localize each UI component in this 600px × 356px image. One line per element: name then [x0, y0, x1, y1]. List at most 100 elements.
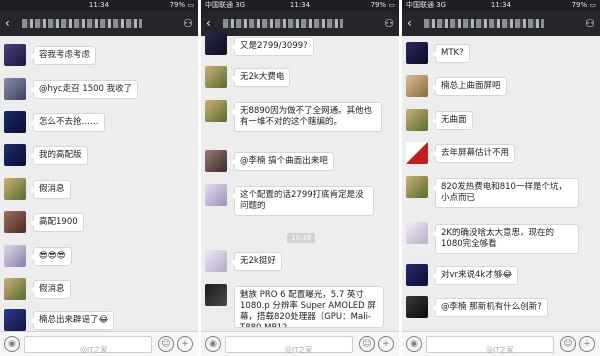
- message-bubble: 😎😎😎: [30, 247, 72, 266]
- avatar[interactable]: [4, 144, 26, 166]
- chevron-left-icon[interactable]: ‹: [5, 16, 10, 30]
- chat-message: 无8890因为做不了全网通。其他也有一堆不对的这个瞎编的。: [201, 100, 399, 132]
- chat-message: 楠总上曲面屏吧: [402, 75, 600, 101]
- avatar[interactable]: [406, 75, 428, 97]
- battery-indicator: 79% ▭: [370, 1, 395, 9]
- chat-message: 怎么不去抢……: [0, 111, 198, 137]
- message-bubble: 无8890因为做不了全网通。其他也有一堆不对的这个瞎编的。: [231, 102, 382, 132]
- chat-message: @李楠 搞个曲面出来吧: [201, 150, 399, 176]
- avatar[interactable]: [406, 264, 428, 286]
- avatar[interactable]: [4, 309, 26, 331]
- group-icon[interactable]: ⚇: [384, 17, 394, 30]
- avatar[interactable]: [4, 78, 26, 100]
- message-bubble: 我的高配版: [30, 146, 88, 165]
- battery-indicator: 79% ▭: [169, 1, 194, 9]
- plus-icon[interactable]: +: [177, 336, 193, 352]
- avatar[interactable]: [205, 66, 227, 88]
- message-bubble: 无曲面: [432, 111, 473, 130]
- message-bubble: MTK?: [432, 44, 470, 63]
- chat-message: 去年屏幕估计不用: [402, 142, 600, 168]
- avatar[interactable]: [4, 111, 26, 133]
- voice-icon[interactable]: ◉: [4, 336, 20, 352]
- plus-icon[interactable]: +: [579, 336, 595, 352]
- message-bubble: 高配1900: [30, 213, 84, 232]
- avatar[interactable]: [406, 109, 428, 131]
- screenshot-collage: 11:34 79% ▭ ‹ ⚇ 容我考虑考虑 @hyc走召 1500 我收了 怎…: [0, 0, 600, 356]
- message-bubble: @李楠 那新机有什么创新?: [432, 298, 548, 317]
- avatar[interactable]: [205, 100, 227, 122]
- chat-message: MTK?: [402, 42, 600, 68]
- chat-panel-2: 中国联通 3G 11:34 79% ▭ ‹ ⚇ 又是2799/3099? 无2k…: [201, 0, 399, 356]
- message-bubble: 假消息: [30, 180, 71, 199]
- emoji-icon[interactable]: ☺: [158, 336, 174, 352]
- message-bubble: 去年屏幕估计不用: [431, 144, 516, 163]
- chat-message: 2K的确没啥太大意思，现在的1080完全够看: [402, 222, 600, 254]
- avatar[interactable]: [205, 250, 227, 272]
- chat-title-pixelated: [223, 19, 343, 28]
- avatar[interactable]: [205, 33, 227, 55]
- message-bubble: 对vr来说4k才够😂: [431, 266, 519, 285]
- battery-indicator: 79% ▭: [571, 1, 596, 9]
- chat-message: 高配1900: [0, 211, 198, 237]
- plus-icon[interactable]: +: [378, 336, 394, 352]
- chat-message: 对vr来说4k才够😂: [402, 264, 600, 290]
- chat-nav-bar: ‹ ⚇: [0, 11, 198, 36]
- chat-message: 又是2799/3099?: [201, 33, 399, 61]
- avatar[interactable]: [406, 222, 428, 244]
- avatar[interactable]: [205, 184, 227, 206]
- avatar[interactable]: [205, 150, 227, 172]
- chat-title-pixelated: [22, 19, 142, 28]
- avatar[interactable]: [4, 178, 26, 200]
- chevron-left-icon[interactable]: ‹: [206, 16, 211, 30]
- chat-message: 无2k大费电: [201, 66, 399, 92]
- voice-icon[interactable]: ◉: [205, 336, 221, 352]
- avatar[interactable]: [4, 278, 26, 300]
- watermark: @IT之家: [486, 346, 514, 354]
- message-bubble: 楠总出来辟谣了😂: [29, 311, 115, 330]
- avatar[interactable]: [406, 42, 428, 64]
- chat-title-pixelated: [424, 19, 544, 28]
- message-bubble: 楠总上曲面屏吧: [432, 77, 507, 96]
- watermark: @IT之家: [80, 346, 108, 354]
- battery-percent: 79%: [571, 1, 588, 9]
- timestamp: 10:38: [287, 233, 316, 243]
- avatar[interactable]: [406, 176, 428, 198]
- chat-message: 无2k挺好: [201, 250, 399, 276]
- chat-message: 我的高配版: [0, 144, 198, 170]
- clock: 11:34: [88, 1, 110, 9]
- chat-message: 😎😎😎: [0, 245, 198, 271]
- chevron-left-icon[interactable]: ‹: [407, 16, 412, 30]
- avatar[interactable]: [4, 211, 26, 233]
- watermark: @IT之家: [285, 346, 313, 354]
- chat-nav-bar: ‹ ⚇: [402, 11, 600, 36]
- voice-icon[interactable]: ◉: [406, 336, 422, 352]
- avatar[interactable]: [4, 44, 26, 66]
- status-bar: 中国联通 3G 11:34 79% ▭: [201, 0, 399, 11]
- clock: 11:34: [289, 1, 311, 9]
- message-bubble: 无2k挺好: [231, 252, 282, 271]
- emoji-icon[interactable]: ☺: [560, 336, 576, 352]
- chat-message: 820发热费电和810一样是个坑，小点而已: [402, 176, 600, 208]
- emoji-icon[interactable]: ☺: [359, 336, 375, 352]
- battery-percent: 79%: [169, 1, 186, 9]
- chat-message: 魅族 PRO 6 配置曝光，5.7 英寸 1080.p 分辨率 Super AM…: [201, 284, 399, 328]
- status-bar: 中国联通 3G 11:34 79% ▭: [402, 0, 600, 11]
- avatar[interactable]: [406, 296, 428, 318]
- message-bubble: 又是2799/3099?: [231, 37, 314, 56]
- group-icon[interactable]: ⚇: [585, 17, 595, 30]
- status-bar: 11:34 79% ▭: [0, 0, 198, 11]
- chat-message: @李楠 那新机有什么创新?: [402, 296, 600, 322]
- chat-message: 这个配置的话2799打底肯定是没问题的: [201, 184, 399, 216]
- avatar[interactable]: [4, 245, 26, 267]
- avatar[interactable]: [406, 142, 428, 164]
- chat-panel-3: 中国联通 3G 11:34 79% ▭ ‹ ⚇ MTK? 楠总上曲面屏吧 无曲面…: [402, 0, 600, 356]
- group-icon[interactable]: ⚇: [183, 17, 193, 30]
- chat-panel-1: 11:34 79% ▭ ‹ ⚇ 容我考虑考虑 @hyc走召 1500 我收了 怎…: [0, 0, 198, 356]
- battery-percent: 79%: [370, 1, 387, 9]
- message-bubble: @hyc走召 1500 我收了: [29, 80, 139, 99]
- chat-message: 假消息: [0, 178, 198, 204]
- avatar[interactable]: [205, 284, 227, 306]
- chat-message: 无曲面: [402, 109, 600, 135]
- message-bubble: 假消息: [30, 280, 71, 299]
- message-bubble: 容我考虑考虑: [29, 46, 97, 65]
